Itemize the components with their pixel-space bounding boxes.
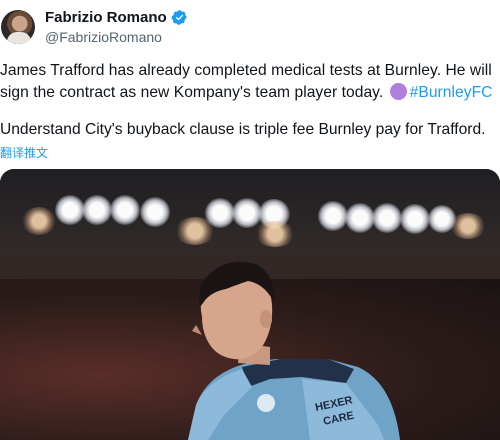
floodlight [205, 198, 235, 228]
hashtag-link[interactable]: #BurnleyFC [410, 84, 493, 101]
club-crest-icon [257, 394, 275, 412]
floodlight [82, 195, 112, 225]
player-figure: HEXER CARE [188, 261, 400, 440]
translate-tweet-link[interactable]: 翻译推文 [0, 144, 48, 161]
display-name[interactable]: Fabrizio Romano [45, 9, 167, 26]
verified-badge-icon [171, 10, 187, 25]
tweet-paragraph-2: Understand City's buyback clause is trip… [0, 121, 486, 138]
floodlight [55, 195, 85, 225]
purple-circle-emoji-icon [389, 83, 407, 100]
tweet-line-1: James Trafford has already completed med… [0, 62, 492, 79]
floodlight [318, 201, 348, 231]
floodlight [345, 203, 375, 233]
floodlight [400, 204, 430, 234]
floodlight [372, 203, 402, 233]
tweet-line-2-text: sign the contract as new Kompany's team … [0, 84, 384, 101]
avatar[interactable] [1, 10, 35, 44]
floodlight [140, 197, 170, 227]
tweet-header: Fabrizio Romano @FabrizioRomano [0, 6, 500, 50]
tweet-line-2: sign the contract as new Kompany's team … [0, 82, 498, 104]
tweet-body: James Trafford has already completed med… [0, 60, 498, 104]
name-row: Fabrizio Romano [45, 9, 188, 26]
handle[interactable]: @FabrizioRomano [45, 29, 162, 45]
floodlight [255, 221, 295, 247]
floodlight [450, 213, 486, 239]
floodlight [22, 207, 56, 235]
floodlight [110, 195, 140, 225]
